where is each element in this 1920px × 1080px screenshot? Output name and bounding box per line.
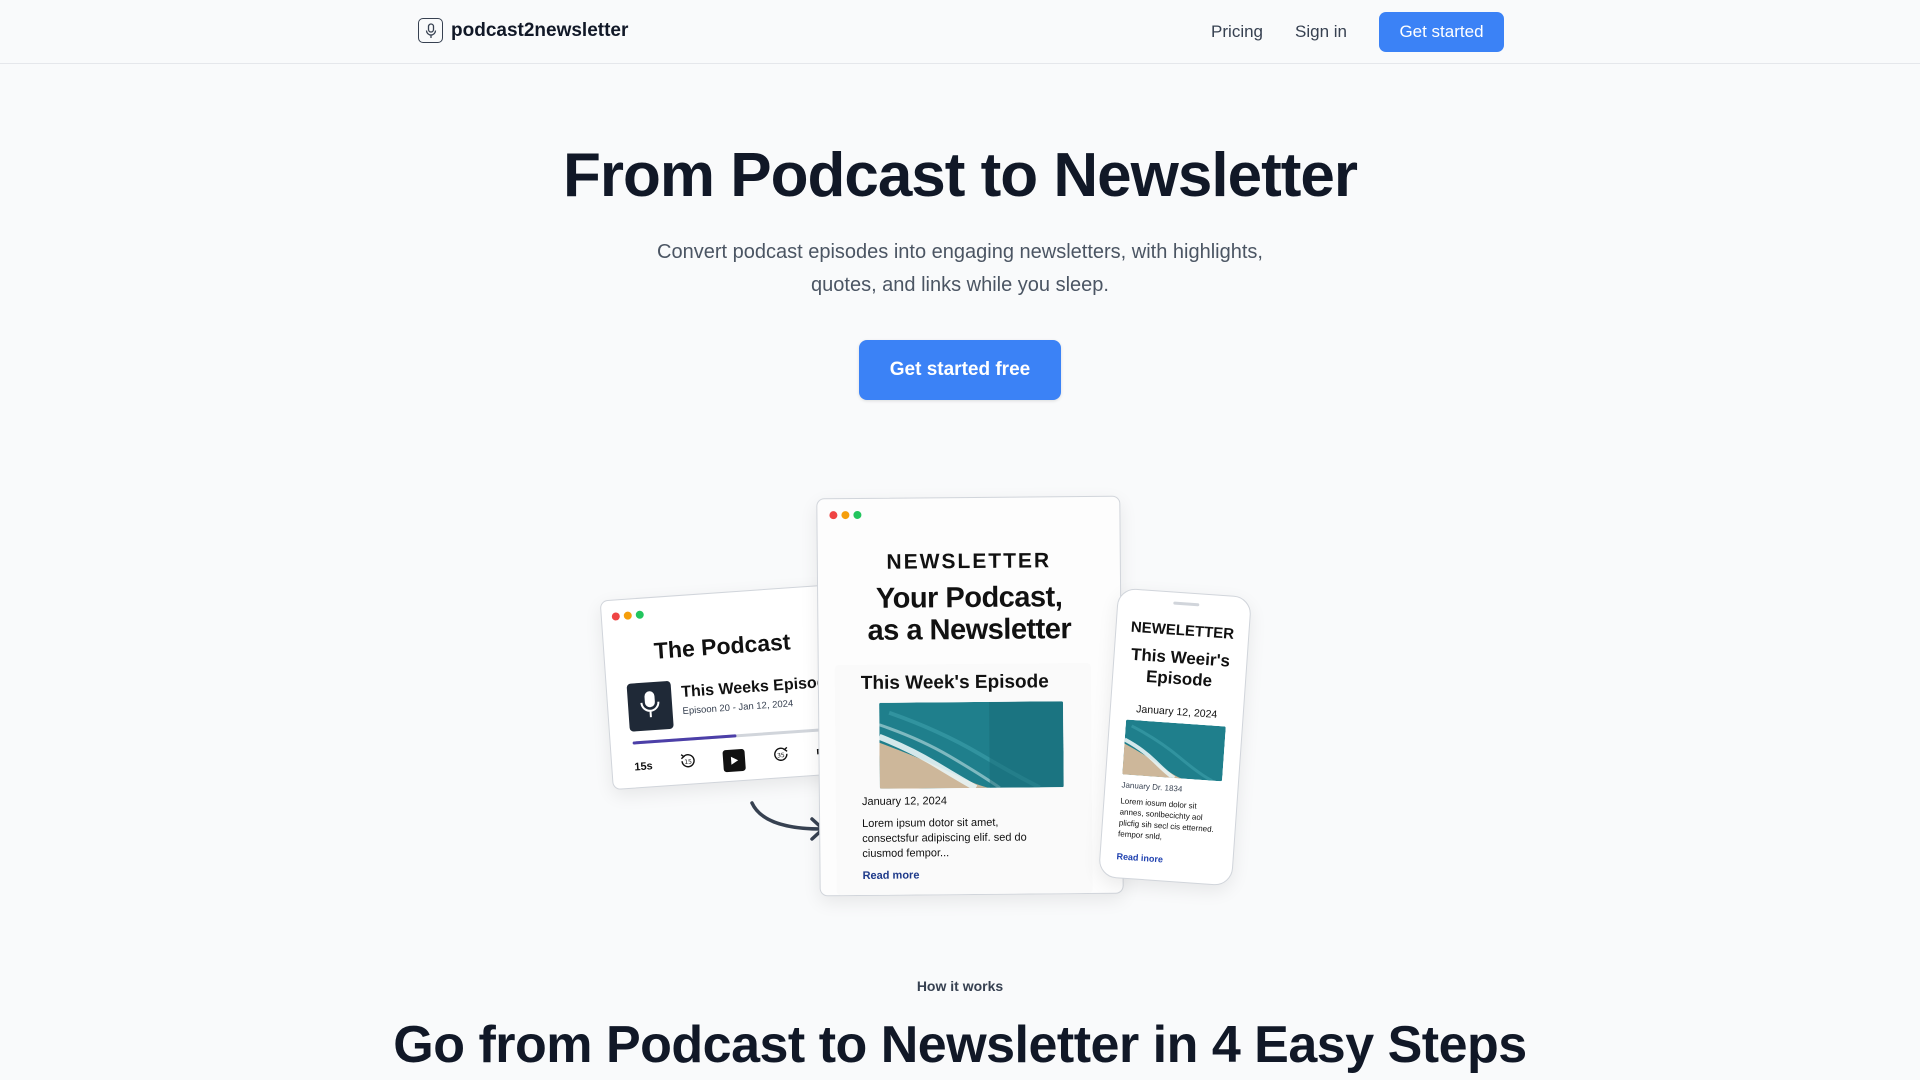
brand-name: podcast2newsletter: [451, 19, 629, 41]
nav-link-pricing[interactable]: Pricing: [1211, 22, 1263, 42]
nav-links: Pricing Sign in Get started: [1211, 12, 1504, 52]
newsletter-heading: Your Podcast, as a Newsletter: [818, 581, 1121, 648]
newsletter-heading-line-1: Your Podcast,: [875, 581, 1063, 615]
phone-notch: [1173, 601, 1200, 607]
forward-icon[interactable]: 35: [771, 745, 791, 769]
podcast-cover: [626, 680, 674, 732]
newsletter-kicker: NEWSLETTER: [886, 549, 1052, 574]
phone-heading-line-1: This Weeir's: [1130, 644, 1231, 671]
player-controls: 15s 15 35: [634, 742, 835, 779]
rewind-label: 15: [684, 758, 692, 766]
window-dot-red: [829, 511, 838, 520]
phone-heading-line-2: Episode: [1145, 666, 1213, 691]
window-dot-amber: [841, 511, 850, 520]
rewind-icon[interactable]: 15: [678, 751, 698, 775]
podcast-player-card: The Podcast This Weeks Episode Episoon 2…: [599, 583, 851, 791]
how-it-works-label: How it works: [916, 978, 1004, 994]
phone-excerpt: Lorem iosum dolor sit annes, sonlbecicht…: [1117, 796, 1215, 842]
window-dot-red: [611, 612, 621, 621]
ocean-image: [1122, 719, 1226, 782]
phone-heading: This Weeir's Episode: [1113, 643, 1248, 694]
skip-label[interactable]: 15s: [634, 760, 653, 773]
episode-meta: Episoon 20 - Jan 12, 2024: [682, 698, 794, 718]
ocean-image: [879, 701, 1064, 789]
episode-progress-fill: [632, 734, 737, 745]
phone-sub-date: January Dr. 1834: [1121, 780, 1183, 794]
newsletter-heading-line-2: as a Newsletter: [867, 613, 1072, 647]
newsletter-excerpt: Lorem ipsum dotor sit amet, consectsfur …: [862, 816, 1027, 860]
newsletter-episode-title: This Week's Episode: [860, 671, 1049, 694]
window-dot-green: [853, 510, 862, 520]
get-started-button[interactable]: Get started: [1379, 12, 1504, 52]
window-dots: [829, 510, 862, 520]
how-it-works-title: Go from Podcast to Newsletter in 4 Easy …: [393, 1016, 1527, 1074]
brand-logo[interactable]: podcast2newsletter: [418, 18, 628, 43]
play-button[interactable]: [722, 748, 747, 772]
newsletter-preview-card: NEWSLETTER Your Podcast, as a Newsletter…: [816, 495, 1124, 897]
hero-subtitle-line-2: quotes, and links while you sleep.: [811, 274, 1109, 296]
phone-read-more-link[interactable]: Read inore: [1116, 851, 1163, 864]
newsletter-date: January 12, 2024: [861, 795, 947, 808]
get-started-free-button[interactable]: Get started free: [859, 340, 1061, 400]
forward-label: 35: [776, 752, 784, 760]
window-dot-amber: [623, 611, 633, 620]
podcast-title: The Podcast: [653, 628, 792, 664]
episode-title: This Weeks Episode: [680, 673, 836, 702]
curved-arrow-icon: [746, 795, 830, 850]
episode-progress-bar[interactable]: [632, 727, 833, 745]
phone-kicker: NEWELETTER: [1130, 618, 1235, 643]
play-icon: [731, 756, 739, 765]
window-dot-green: [635, 610, 645, 620]
hero-title: From Podcast to Newsletter: [563, 141, 1358, 210]
top-navbar: podcast2newsletter Pricing Sign in Get s…: [0, 0, 1920, 64]
phone-preview-card: NEWELETTER This Weeir's Episode January …: [1098, 587, 1252, 887]
hero-subtitle: Convert podcast episodes into engaging n…: [610, 236, 1310, 302]
microphone-icon: [418, 18, 443, 43]
nav-link-sign-in[interactable]: Sign in: [1295, 22, 1347, 42]
window-dots: [611, 610, 645, 621]
hero-subtitle-line-1: Convert podcast episodes into engaging n…: [657, 241, 1263, 263]
newsletter-read-more-link[interactable]: Read more: [863, 869, 920, 881]
microphone-icon: [638, 688, 662, 724]
